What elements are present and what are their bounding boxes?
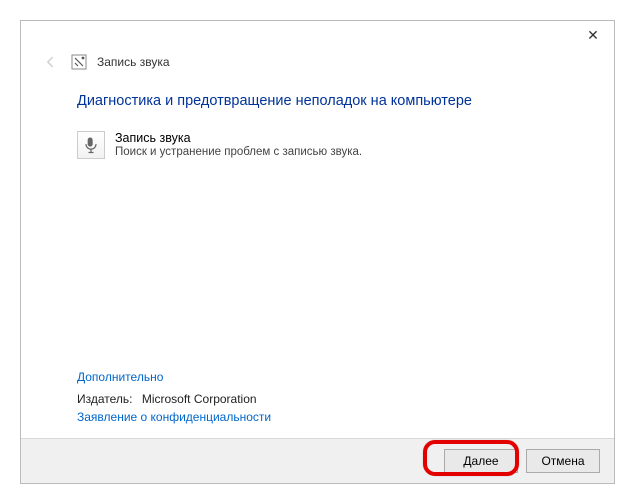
item-title: Запись звука <box>115 131 362 145</box>
back-button[interactable] <box>39 51 61 73</box>
troubleshoot-icon <box>71 54 87 70</box>
close-button[interactable]: ✕ <box>572 21 614 49</box>
microphone-icon <box>77 131 105 159</box>
item-text: Запись звука Поиск и устранение проблем … <box>115 131 362 158</box>
privacy-link[interactable]: Заявление о конфиденциальности <box>77 410 578 424</box>
back-arrow-icon <box>41 53 59 71</box>
publisher-value: Microsoft Corporation <box>142 392 257 406</box>
content-area: Диагностика и предотвращение неполадок н… <box>21 79 614 438</box>
item-description: Поиск и устранение проблем с записью зву… <box>115 146 362 158</box>
window-title: Запись звука <box>97 55 170 69</box>
next-button[interactable]: Далее <box>444 449 518 473</box>
header-row: Запись звука <box>21 51 614 79</box>
cancel-button[interactable]: Отмена <box>526 449 600 473</box>
footer: Далее Отмена <box>21 438 614 483</box>
page-heading: Диагностика и предотвращение неполадок н… <box>77 93 578 109</box>
titlebar: ✕ <box>21 21 614 51</box>
advanced-link[interactable]: Дополнительно <box>77 370 578 384</box>
troubleshooter-item: Запись звука Поиск и устранение проблем … <box>77 131 578 159</box>
publisher-label: Издатель: <box>77 392 133 406</box>
troubleshooter-window: ✕ Запись звука Диагностика и предотвраще… <box>20 20 615 484</box>
publisher-row: Издатель: Microsoft Corporation <box>77 392 578 406</box>
